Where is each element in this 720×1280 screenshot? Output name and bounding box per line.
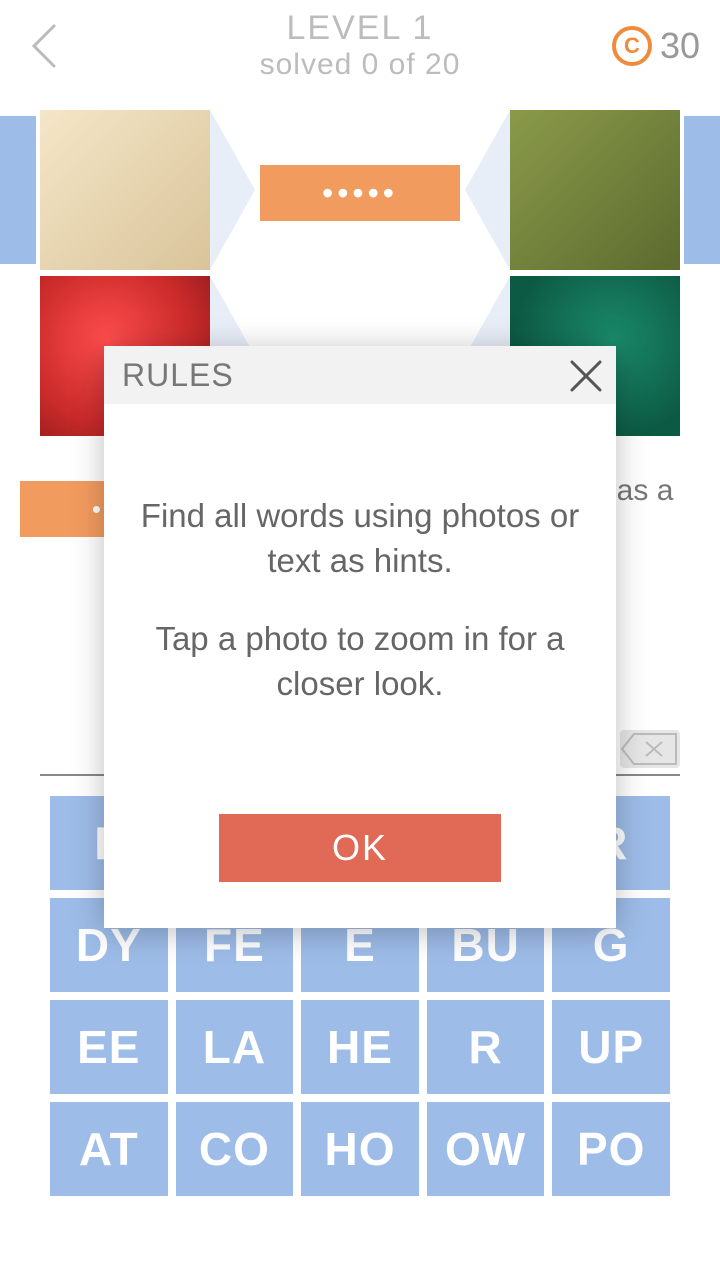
- close-button[interactable]: [566, 356, 606, 396]
- modal-text-1: Find all words using photos or text as h…: [134, 494, 586, 583]
- letter-tile[interactable]: AT: [50, 1102, 168, 1196]
- answer-slot-1[interactable]: •••••: [260, 165, 460, 221]
- modal-body: Find all words using photos or text as h…: [104, 404, 616, 814]
- level-title: LEVEL 1: [260, 9, 461, 48]
- letter-tile[interactable]: UP: [552, 1000, 670, 1094]
- letter-tile[interactable]: OW: [427, 1102, 545, 1196]
- arrow-left-icon: [460, 110, 510, 270]
- letter-tile[interactable]: HE: [301, 1000, 419, 1094]
- back-button[interactable]: [20, 20, 70, 70]
- rules-modal: RULES Find all words using photos or tex…: [104, 346, 616, 928]
- level-progress: solved 0 of 20: [260, 48, 461, 82]
- photo-frogs[interactable]: [510, 110, 680, 270]
- modal-title: RULES: [122, 357, 234, 394]
- coin-counter[interactable]: C 30: [612, 25, 700, 67]
- coin-icon: C: [612, 26, 652, 66]
- modal-text-2: Tap a photo to zoom in for a closer look…: [134, 617, 586, 706]
- letter-tile[interactable]: EE: [50, 1000, 168, 1094]
- letter-tile[interactable]: LA: [176, 1000, 294, 1094]
- header: LEVEL 1 solved 0 of 20 C 30: [0, 0, 720, 90]
- letter-tile[interactable]: R: [427, 1000, 545, 1094]
- level-info: LEVEL 1 solved 0 of 20: [260, 9, 461, 82]
- ok-button[interactable]: OK: [219, 814, 501, 882]
- letter-tile[interactable]: CO: [176, 1102, 294, 1196]
- modal-header: RULES: [104, 346, 616, 404]
- edge-strip: [0, 116, 36, 264]
- letter-tile[interactable]: PO: [552, 1102, 670, 1196]
- coin-count: 30: [660, 25, 700, 67]
- backspace-button[interactable]: [620, 730, 680, 768]
- letter-tile[interactable]: HO: [301, 1102, 419, 1196]
- puzzle-row-1: •••••: [0, 110, 720, 270]
- photo-baby[interactable]: [40, 110, 210, 270]
- arrow-right-icon: [210, 110, 260, 270]
- edge-strip: [684, 116, 720, 264]
